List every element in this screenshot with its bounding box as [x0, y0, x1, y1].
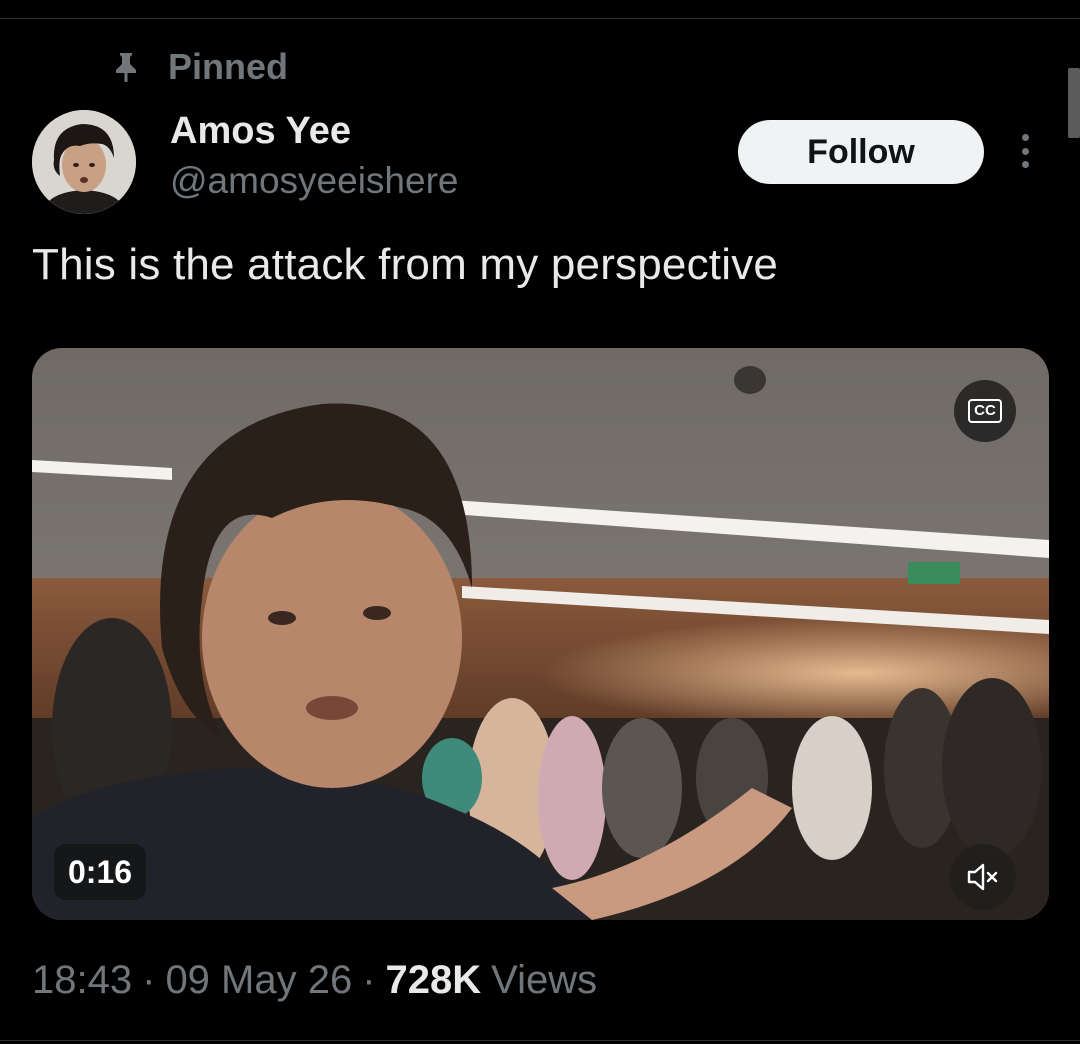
bottom-divider: [0, 1040, 1080, 1041]
captions-button[interactable]: CC: [954, 380, 1016, 442]
pin-icon: [112, 50, 140, 84]
pinned-label: Pinned: [168, 46, 289, 87]
tweet-text: This is the attack from my perspective: [32, 240, 779, 289]
author-name[interactable]: Amos Yee: [170, 110, 351, 153]
author-handle[interactable]: @amosyeeishere: [170, 160, 458, 202]
meta-separator: ·: [362, 958, 376, 1002]
captions-icon: CC: [968, 399, 1002, 423]
views-count[interactable]: 728K: [386, 958, 482, 1003]
mute-button[interactable]: [950, 844, 1016, 910]
video-frame: [32, 348, 1049, 920]
video-player[interactable]: CC 0:16: [32, 348, 1049, 920]
pinned-indicator: Pinned: [112, 46, 288, 88]
tweet-meta: 18:43 · 09 May 26 · 728K Views: [32, 958, 597, 1003]
follow-button[interactable]: Follow: [738, 120, 984, 184]
video-duration: 0:16: [54, 844, 147, 900]
tweet-time[interactable]: 18:43: [32, 958, 132, 1003]
top-divider: [0, 18, 1080, 19]
more-icon[interactable]: [1008, 128, 1042, 174]
avatar[interactable]: [32, 110, 136, 214]
scrollbar-thumb[interactable]: [1068, 68, 1080, 138]
mute-icon: [967, 863, 998, 891]
tweet-date[interactable]: 09 May 26: [165, 958, 352, 1003]
meta-separator: ·: [142, 958, 156, 1002]
views-label: Views: [491, 958, 598, 1002]
